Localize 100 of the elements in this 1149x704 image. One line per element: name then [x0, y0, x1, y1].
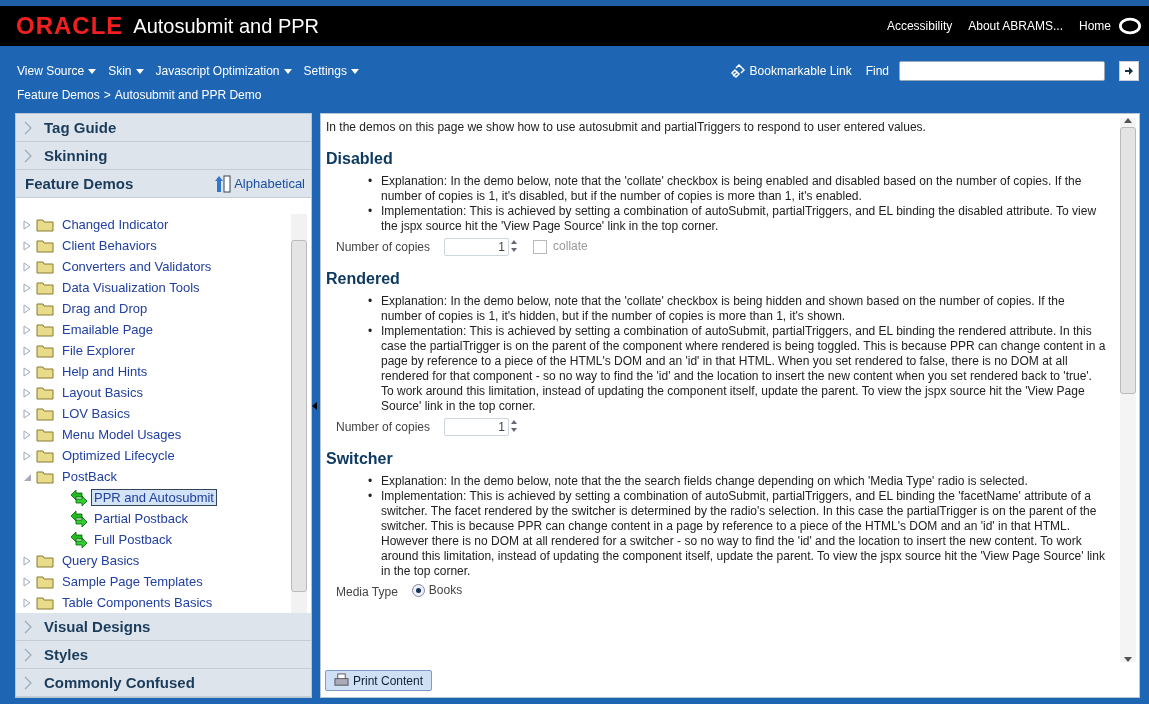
- folder-icon: [36, 427, 54, 442]
- bookmarkable-link[interactable]: Bookmarkable Link: [749, 64, 852, 79]
- menu-button[interactable]: Skin: [108, 64, 144, 79]
- expand-icon[interactable]: [22, 366, 32, 377]
- breadcrumb-link[interactable]: Feature Demos: [17, 88, 100, 103]
- folder-icon: [36, 469, 54, 484]
- folder-icon: [36, 448, 54, 463]
- bullet-text: Explanation: In the demo below, note that the the search fields change depending on which 'Media Type' radio is selected.: [381, 474, 1029, 489]
- tree-item[interactable]: Table Components Basics: [59, 594, 216, 611]
- tree-item[interactable]: Query Basics: [59, 552, 143, 569]
- folder-icon: [36, 574, 54, 589]
- number-field[interactable]: 1: [444, 418, 510, 436]
- scrollbar[interactable]: [1120, 118, 1136, 662]
- caret-icon: [350, 68, 359, 74]
- tree-item[interactable]: Layout Basics: [59, 384, 146, 401]
- section-heading: Disabled: [326, 150, 394, 168]
- expand-icon[interactable]: [22, 240, 32, 251]
- bullet-text: Implementation: This is achieved by setting a combination of autoSubmit, partialTriggers, and EL binding the rendered attribute. In this case the partialTrigger is on the parent of the component where rendered is being toggled. This is because PPR can change content in a page by reference to a piece of the HTML's DOM and an 'id' in that HTML. When you set rendered to false, there is no DOM at all rendered for that component - so no way to find the 'id' and the location to insert the new content when you set rendered back to 'true'. To work around this limitation, instead of updating the component itself, update the parent. To view the jspx source hit the 'View Page Source' link in the top corner.: [381, 324, 1107, 414]
- expand-icon[interactable]: [22, 408, 32, 419]
- swap-arrows-icon: [70, 488, 88, 507]
- tree-item[interactable]: Data Visualization Tools: [59, 279, 203, 296]
- bullet-marker: •: [368, 204, 374, 219]
- scrollbar[interactable]: [291, 214, 307, 613]
- spinner-arrows-icon[interactable]: [509, 418, 520, 434]
- header-link[interactable]: Accessibility: [886, 19, 953, 34]
- menu-button[interactable]: View Source: [17, 64, 97, 79]
- field-label: Number of copies: [336, 239, 431, 256]
- expand-icon[interactable]: [22, 324, 32, 335]
- expand-icon[interactable]: [22, 555, 32, 566]
- menu-button[interactable]: Javascript Optimization: [155, 64, 292, 79]
- swap-arrows-icon: [70, 530, 88, 549]
- tree-item[interactable]: Emailable Page: [59, 321, 157, 338]
- caret-icon: [135, 68, 144, 74]
- find-label: Find: [865, 64, 889, 79]
- breadcrumb-separator: >: [103, 88, 111, 103]
- tree-item[interactable]: LOV Basics: [59, 405, 133, 422]
- printer-icon: [334, 673, 349, 688]
- tree-item[interactable]: Full Postback: [91, 531, 176, 548]
- chevron-icon: [24, 120, 32, 135]
- folder-icon: [36, 322, 54, 337]
- expand-icon[interactable]: [22, 345, 32, 356]
- print-button[interactable]: Print Content: [325, 670, 433, 691]
- caret-icon: [88, 68, 97, 74]
- expand-icon[interactable]: [22, 597, 32, 608]
- tree-item[interactable]: Partial Postback: [91, 510, 191, 527]
- tree-item[interactable]: Drag and Drop: [59, 300, 151, 317]
- spinner-arrows-icon[interactable]: [509, 238, 520, 254]
- expand-icon[interactable]: [22, 219, 32, 230]
- expand-icon[interactable]: [22, 261, 32, 272]
- expand-icon[interactable]: [22, 282, 32, 293]
- chevron-icon: [24, 647, 32, 662]
- folder-icon: [36, 385, 54, 400]
- folder-icon: [36, 259, 54, 274]
- tree-item[interactable]: Menu Model Usages: [59, 426, 185, 443]
- logo: ORACLE: [16, 12, 124, 41]
- chevron-icon: [24, 675, 32, 690]
- folder-icon: [36, 343, 54, 358]
- intro-text: In the demos on this page we show how to use autosubmit and partialTriggers to respond to user entered values.: [326, 120, 927, 134]
- tree-item[interactable]: Changed Indicator: [59, 216, 172, 233]
- find-field[interactable]: [899, 61, 1105, 82]
- bullet-text: Explanation: In the demo below, note that the 'collate' checkbox is being hidden and shown based on the number of copies. If the number of copies is 1, it's hidden, but if the number of copies is more than 1, it's shown.: [381, 294, 1066, 324]
- expand-icon[interactable]: [22, 387, 32, 398]
- link-icon: [729, 63, 746, 80]
- expand-icon[interactable]: [22, 429, 32, 440]
- bullet-marker: •: [368, 324, 374, 339]
- radio-label: Books: [428, 583, 463, 597]
- folder-icon: [36, 301, 54, 316]
- bullet-text: Implementation: This is achieved by setting a combination of autoSubmit, partialTriggers, and EL binding the 'facetName' attribute of a switcher. The facet rendered by the switcher is determined by the radio's selection. In this case the partialTrigger is on the parent of the switcher. This is because PPR can change content in a page by reference to a piece of the HTML's DOM and an 'id' in that HTML. However there is no DOM at all rendered for a switcher - so no way to find the 'id' and the location to insert the new content. To work around this limitation, instead of updating the component itself, update the parent. To view the jspx source hit the 'View Page Source' link in the top corner.: [381, 489, 1106, 579]
- scroll-up-icon[interactable]: [1124, 118, 1132, 123]
- header-link[interactable]: Home: [1079, 19, 1111, 34]
- expand-icon[interactable]: [22, 576, 32, 587]
- tree-item[interactable]: PostBack: [59, 468, 120, 485]
- menu-button[interactable]: Settings: [303, 64, 359, 79]
- sort-link[interactable]: Alphabetical: [234, 176, 305, 191]
- folder-icon: [36, 406, 54, 421]
- tree-item[interactable]: PPR and Autosubmit: [91, 489, 217, 506]
- expand-icon[interactable]: [22, 450, 32, 461]
- tree-item[interactable]: Converters and Validators: [59, 258, 215, 275]
- number-field[interactable]: 1: [444, 238, 510, 256]
- scroll-down-icon[interactable]: [1124, 657, 1132, 662]
- tree-item[interactable]: Help and Hints: [59, 363, 151, 380]
- expand-icon[interactable]: [22, 303, 32, 314]
- header-link[interactable]: About ABRAMS...: [968, 19, 1063, 34]
- folder-icon: [36, 280, 54, 295]
- radio-button[interactable]: [411, 583, 425, 597]
- tree-item[interactable]: File Explorer: [59, 342, 138, 359]
- tree-item[interactable]: Client Behaviors: [59, 237, 160, 254]
- swap-arrows-icon: [70, 509, 88, 528]
- folder-icon: [36, 238, 54, 253]
- bullet-marker: •: [368, 174, 374, 189]
- folder-icon: [36, 217, 54, 232]
- tree-item[interactable]: Sample Page Templates: [59, 573, 206, 590]
- sort-icon: [215, 174, 232, 193]
- arrow-icon: [1124, 66, 1134, 77]
- go-button[interactable]: [1119, 61, 1139, 82]
- field-label: Number of copies: [336, 419, 431, 436]
- folder-icon: [36, 553, 54, 568]
- bullet-marker: •: [368, 474, 374, 489]
- tree-item[interactable]: Optimized Lifecycle: [59, 447, 178, 464]
- bullet-marker: •: [368, 489, 374, 504]
